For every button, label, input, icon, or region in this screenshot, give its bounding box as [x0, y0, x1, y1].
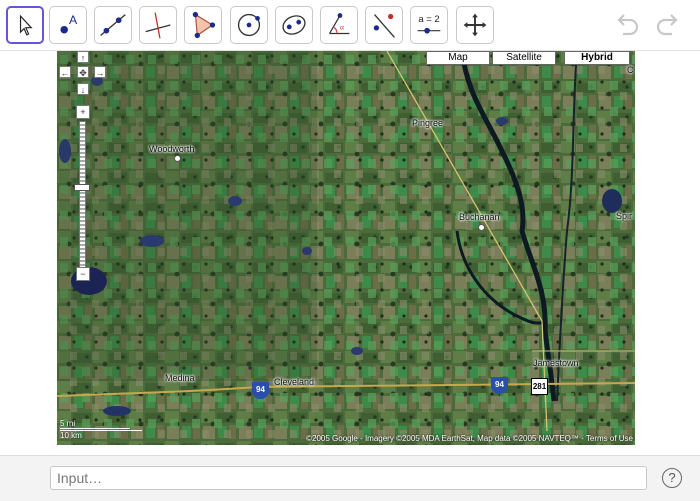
map-type-hybrid-button[interactable]: Hybrid [564, 51, 630, 65]
place-label-jamestown: Jamestown [533, 358, 579, 368]
conic-tool-button[interactable] [275, 6, 313, 44]
graphics-view[interactable]: Map Satellite Hybrid ↑ ← ✥ → ↓ + − Woodw… [0, 51, 700, 454]
place-label-cleveland: Cleveland [274, 377, 315, 387]
reflect-tool-button[interactable] [365, 6, 403, 44]
place-marker-woodworth [174, 155, 181, 162]
place-label-pingree: Pingree [412, 118, 444, 128]
move-tool-button[interactable] [6, 6, 44, 44]
pan-left-button[interactable]: ← [59, 66, 71, 78]
zoom-slider-thumb[interactable] [74, 184, 90, 191]
line-tool-button[interactable] [94, 6, 132, 44]
map-type-satellite-button[interactable]: Satellite [492, 51, 556, 65]
svg-text:α: α [340, 23, 344, 32]
pan-down-button[interactable]: ↓ [77, 83, 89, 95]
interstate-shield-94-west: 94 [252, 382, 269, 399]
svg-text:A: A [69, 13, 78, 27]
undo-icon[interactable] [614, 12, 644, 38]
interstate-shield-94-east: 94 [491, 377, 508, 394]
perpendicular-tool-button[interactable] [139, 6, 177, 44]
slider-tool-button[interactable]: a = 2 [410, 6, 448, 44]
place-label-buchanan: Buchanan [459, 212, 500, 222]
circle-tool-button[interactable] [230, 6, 268, 44]
place-label-woodworth: Woodworth [149, 144, 195, 154]
algebra-input[interactable] [50, 466, 647, 490]
satellite-map[interactable]: Map Satellite Hybrid ↑ ← ✥ → ↓ + − Woodw… [57, 51, 635, 445]
satellite-imagery [57, 51, 635, 445]
zoom-slider-track[interactable] [79, 121, 86, 273]
zoom-in-button[interactable]: + [76, 105, 90, 119]
place-label-spiritwood: Spir [616, 211, 633, 221]
help-icon[interactable]: ? [662, 468, 682, 488]
place-label-medina: Medina [165, 373, 195, 383]
zoom-out-button[interactable]: − [76, 267, 90, 281]
point-tool-button[interactable]: A [49, 6, 87, 44]
us-route-shield-281: 281 [531, 378, 548, 395]
polygon-tool-button[interactable] [184, 6, 222, 44]
place-label-c: C [627, 65, 634, 75]
pan-center-button[interactable]: ✥ [77, 66, 89, 78]
redo-icon[interactable] [651, 12, 681, 38]
map-type-map-button[interactable]: Map [426, 51, 490, 65]
place-marker-buchanan [478, 224, 485, 231]
map-scale: 5 mi 10 km [60, 419, 142, 440]
toolbar: A α a = 2 [0, 0, 700, 51]
svg-text:a = 2: a = 2 [418, 14, 439, 25]
pan-up-button[interactable]: ↑ [77, 51, 89, 63]
angle-tool-button[interactable]: α [320, 6, 358, 44]
input-bar: ? [0, 455, 700, 501]
pan-right-button[interactable]: → [94, 66, 106, 78]
move-view-tool-button[interactable] [456, 6, 494, 44]
map-copyright[interactable]: ©2005 Google - Imagery ©2005 MDA EarthSa… [306, 434, 633, 443]
